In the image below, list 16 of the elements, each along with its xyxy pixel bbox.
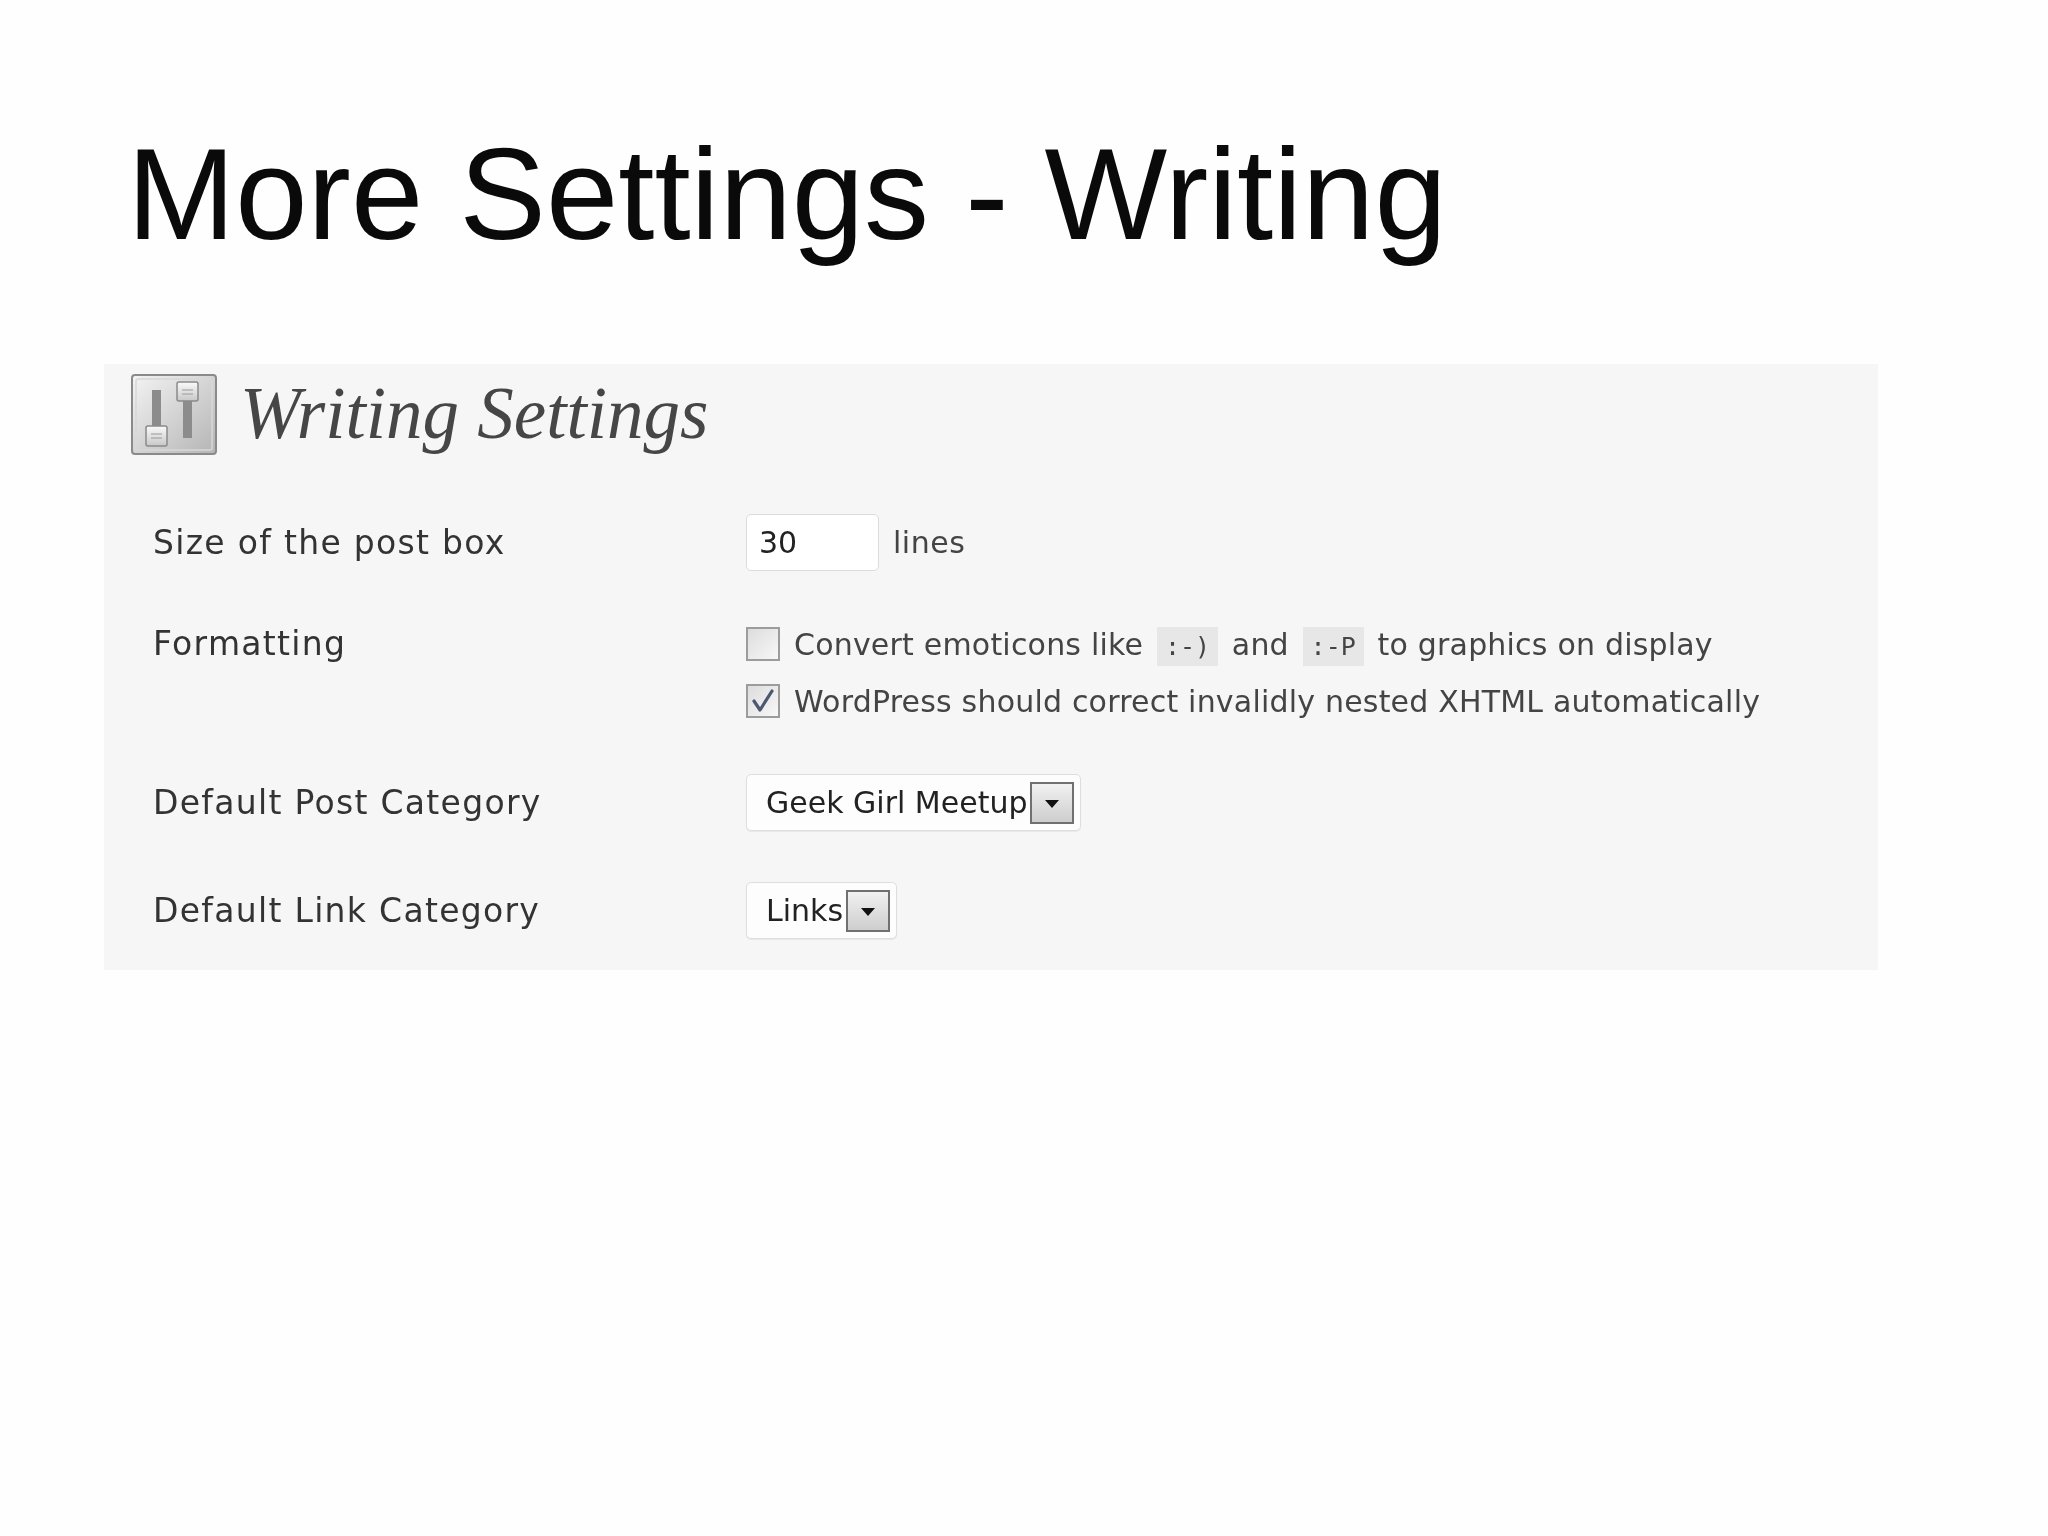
sliders-icon bbox=[131, 373, 217, 455]
setting-label: Default Link Category bbox=[153, 889, 541, 932]
number-input[interactable]: 30 bbox=[746, 514, 879, 571]
option-label: WordPress should correct invalidly nested XHTML automatically bbox=[794, 683, 1761, 719]
setting-label: Default Post Category bbox=[153, 781, 542, 824]
category-select[interactable]: Links bbox=[746, 882, 898, 939]
unit-text: lines bbox=[893, 525, 966, 560]
checkbox[interactable] bbox=[746, 627, 780, 661]
category-select[interactable]: Geek Girl Meetup bbox=[746, 774, 1082, 831]
slide-title: More Settings - Writing bbox=[127, 120, 1447, 269]
setting-label: Formatting bbox=[153, 623, 347, 665]
panel-title: Writing Settings bbox=[240, 372, 709, 456]
setting-label: Size of the post box bbox=[153, 521, 506, 564]
caret-icon bbox=[846, 889, 891, 932]
checkbox[interactable] bbox=[746, 684, 780, 718]
caret-icon bbox=[1030, 781, 1075, 824]
